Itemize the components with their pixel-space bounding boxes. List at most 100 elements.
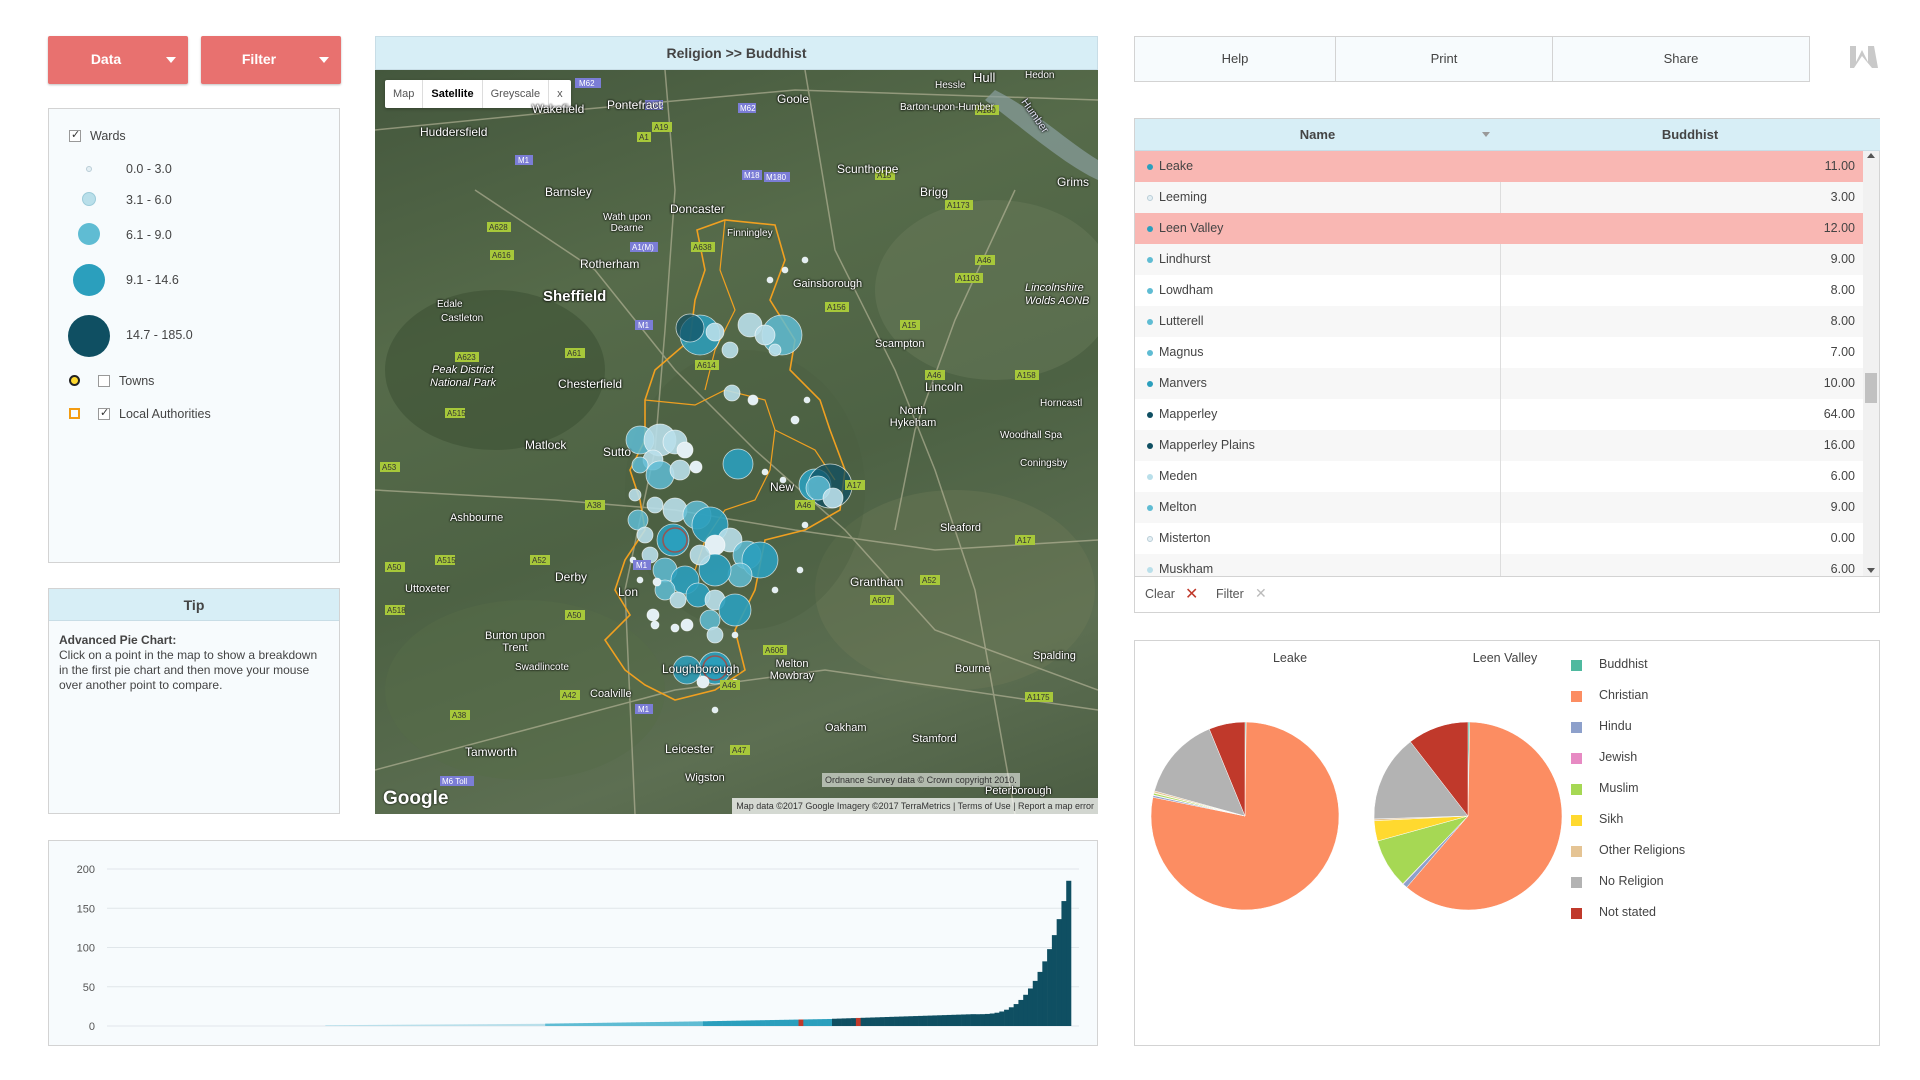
bar[interactable]: [588, 1022, 594, 1026]
bar[interactable]: [702, 1021, 709, 1026]
bar[interactable]: [812, 1019, 818, 1026]
bar[interactable]: [984, 1013, 991, 1026]
bar[interactable]: [736, 1020, 742, 1026]
pie-legend-item[interactable]: Hindu: [1571, 719, 1632, 733]
bar[interactable]: [765, 1020, 771, 1026]
bar[interactable]: [832, 1018, 838, 1026]
bar[interactable]: [941, 1015, 948, 1026]
help-button[interactable]: Help: [1134, 36, 1336, 82]
table-row[interactable]: Melton 9.00: [1135, 492, 1865, 523]
table-row[interactable]: Lindhurst 9.00: [1135, 244, 1865, 275]
bar[interactable]: [1047, 949, 1053, 1026]
pie-legend-item[interactable]: Not stated: [1571, 905, 1656, 919]
bar[interactable]: [549, 1023, 556, 1026]
bar[interactable]: [406, 1024, 412, 1026]
pie-legend-item[interactable]: Muslim: [1571, 781, 1639, 795]
bar[interactable]: [554, 1023, 560, 1026]
bar[interactable]: [530, 1023, 536, 1026]
bar[interactable]: [1008, 1007, 1014, 1026]
bar[interactable]: [851, 1018, 857, 1026]
bar[interactable]: [707, 1021, 713, 1026]
bar[interactable]: [373, 1024, 379, 1026]
bar[interactable]: [597, 1022, 603, 1026]
bar[interactable]: [937, 1015, 943, 1026]
bar[interactable]: [1066, 880, 1072, 1026]
bar[interactable]: [894, 1016, 900, 1026]
clear-label[interactable]: Clear: [1145, 587, 1175, 601]
bar[interactable]: [956, 1014, 962, 1026]
bar[interactable]: [774, 1019, 780, 1026]
bar[interactable]: [683, 1021, 689, 1026]
bar[interactable]: [980, 1014, 986, 1026]
bar[interactable]: [655, 1021, 661, 1026]
bar[interactable]: [760, 1020, 766, 1026]
bar[interactable]: [377, 1024, 383, 1026]
bar[interactable]: [416, 1024, 422, 1026]
bar[interactable]: [1004, 1009, 1010, 1026]
bar[interactable]: [578, 1023, 584, 1026]
sort-chevron-down-icon[interactable]: [1482, 132, 1490, 137]
pie-legend-item[interactable]: Christian: [1571, 688, 1648, 702]
pie-legend-item[interactable]: Sikh: [1571, 812, 1623, 826]
scroll-down-icon[interactable]: [1867, 568, 1875, 573]
table-row[interactable]: Lutterell 8.00: [1135, 306, 1865, 337]
bar[interactable]: [745, 1020, 752, 1026]
bar[interactable]: [411, 1024, 417, 1026]
bar[interactable]: [693, 1021, 699, 1026]
bar[interactable]: [444, 1024, 450, 1026]
bar[interactable]: [363, 1024, 369, 1026]
bar[interactable]: [674, 1021, 680, 1026]
bar[interactable]: [526, 1023, 532, 1026]
pie-legend-item[interactable]: Jewish: [1571, 750, 1637, 764]
bar[interactable]: [516, 1023, 522, 1026]
pie-chart-leake[interactable]: [1150, 721, 1340, 911]
bar[interactable]: [822, 1019, 828, 1026]
bar[interactable]: [970, 1014, 976, 1026]
bar[interactable]: [349, 1025, 355, 1026]
filter-x-icon[interactable]: ✕: [1255, 585, 1267, 602]
bar[interactable]: [879, 1017, 885, 1026]
bar[interactable]: [459, 1024, 465, 1026]
local-authorities-checkbox[interactable]: [98, 406, 110, 420]
bar[interactable]: [616, 1022, 622, 1026]
bar[interactable]: [788, 1019, 795, 1026]
bar[interactable]: [875, 1017, 881, 1026]
bar[interactable]: [908, 1016, 914, 1026]
table-row[interactable]: Lowdham 8.00: [1135, 275, 1865, 306]
bar[interactable]: [636, 1022, 642, 1026]
bar[interactable]: [1061, 901, 1067, 1026]
bar[interactable]: [989, 1013, 995, 1026]
bar[interactable]: [898, 1016, 904, 1026]
bar[interactable]: [354, 1025, 360, 1026]
bar[interactable]: [860, 1017, 866, 1026]
bar[interactable]: [358, 1024, 364, 1026]
bar[interactable]: [1018, 999, 1024, 1026]
bar[interactable]: [483, 1024, 489, 1026]
bar[interactable]: [454, 1024, 460, 1026]
bar[interactable]: [564, 1023, 570, 1026]
bar[interactable]: [545, 1023, 551, 1026]
bar[interactable]: [401, 1024, 407, 1026]
bar[interactable]: [922, 1015, 928, 1026]
bar[interactable]: [961, 1014, 967, 1026]
table-row[interactable]: Mapperley 64.00: [1135, 399, 1865, 430]
bar[interactable]: [435, 1024, 441, 1026]
map-tab-map[interactable]: Map: [385, 80, 422, 108]
map-canvas[interactable]: M62 M1 M62 M62 M18 M180 A1(M) M1 M1 M1 M…: [375, 70, 1098, 814]
bar[interactable]: [440, 1024, 446, 1026]
bar[interactable]: [449, 1024, 455, 1026]
print-button[interactable]: Print: [1335, 36, 1553, 82]
bar[interactable]: [726, 1020, 732, 1026]
bar[interactable]: [593, 1022, 599, 1026]
table-row[interactable]: Misterton 0.00: [1135, 523, 1865, 554]
bar[interactable]: [473, 1024, 479, 1026]
bar[interactable]: [506, 1024, 513, 1026]
map-tab-satellite[interactable]: Satellite: [422, 80, 481, 108]
bar[interactable]: [903, 1016, 909, 1026]
bar[interactable]: [631, 1022, 637, 1026]
bar[interactable]: [1013, 1004, 1019, 1026]
bar[interactable]: [573, 1023, 579, 1026]
bar[interactable]: [793, 1019, 799, 1026]
map-footer[interactable]: Map data ©2017 Google Imagery ©2017 Terr…: [732, 798, 1098, 814]
bar[interactable]: [569, 1023, 575, 1026]
